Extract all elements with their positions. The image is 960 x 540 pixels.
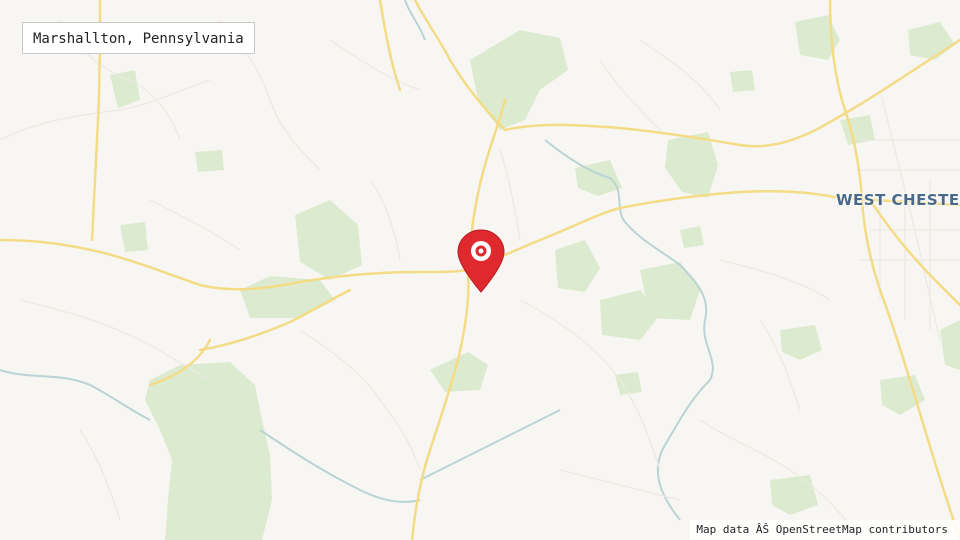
map-canvas[interactable]: Marshallton, Pennsylvania WEST CHESTER M… [0,0,960,540]
map-attribution: Map data ÂŠ OpenStreetMap contributors [690,520,960,540]
map-pin-icon[interactable] [456,228,506,294]
city-label-west-chester: WEST CHESTER [836,191,960,209]
location-label: Marshallton, Pennsylvania [22,22,255,54]
park-areas [110,15,960,540]
